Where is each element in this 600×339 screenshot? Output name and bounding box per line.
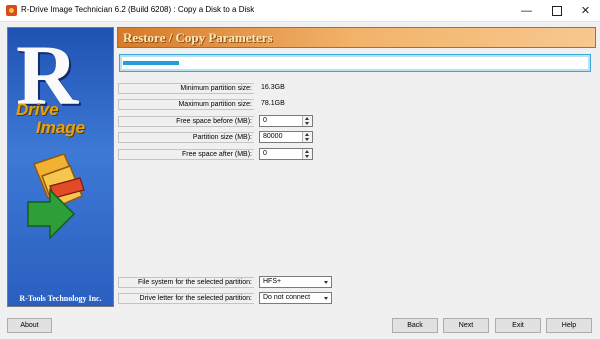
about-button[interactable]: About	[7, 318, 52, 333]
chevron-down-icon[interactable]	[324, 297, 328, 300]
free-after-stepper[interactable]: 0	[259, 148, 313, 160]
next-button[interactable]: Next	[443, 318, 489, 333]
minimize-button[interactable]: —	[512, 0, 541, 21]
close-icon: ✕	[580, 5, 591, 17]
exit-button[interactable]: Exit	[495, 318, 541, 333]
partition-size-label: Partition size (MB):	[118, 132, 254, 143]
disk-copy-logo-icon	[27, 153, 85, 240]
max-size-value: 78.1GB	[261, 100, 285, 107]
brand-drive-text: Drive	[16, 100, 59, 119]
brand-image-text: Image	[36, 118, 86, 137]
min-size-value: 16.3GB	[261, 84, 285, 91]
title-bar: R-Drive Image Technician 6.2 (Build 6208…	[0, 0, 600, 22]
main-panel: Restore / Copy Parameters Minimum partit…	[117, 27, 596, 305]
partition-size-spin-arrows[interactable]	[302, 132, 312, 142]
maximize-icon	[551, 5, 562, 16]
app-icon	[6, 5, 17, 16]
maximize-button[interactable]	[542, 0, 571, 21]
free-before-spin-arrows[interactable]	[302, 116, 312, 126]
drive-letter-value[interactable]: Do not connect	[263, 294, 310, 301]
filesystem-label: File system for the selected partition:	[118, 277, 254, 288]
spin-up-icon[interactable]	[305, 133, 309, 136]
max-size-label: Maximum partition size:	[118, 99, 254, 110]
chevron-down-icon[interactable]	[324, 281, 328, 284]
window-title: R-Drive Image Technician 6.2 (Build 6208…	[21, 5, 255, 14]
spin-up-icon[interactable]	[305, 150, 309, 153]
drive-letter-select[interactable]: Do not connect	[259, 292, 332, 304]
help-button[interactable]: Help	[546, 318, 592, 333]
partition-size-stepper[interactable]: 80000	[259, 131, 313, 143]
free-before-label: Free space before (MB):	[118, 116, 254, 127]
section-title: Restore / Copy Parameters	[123, 30, 273, 45]
spin-up-icon[interactable]	[305, 117, 309, 120]
filesystem-select[interactable]: HFS+	[259, 276, 332, 288]
spin-down-icon[interactable]	[305, 155, 309, 158]
drive-letter-label: Drive letter for the selected partition:	[118, 293, 254, 304]
free-after-spin-arrows[interactable]	[302, 149, 312, 159]
filesystem-value[interactable]: HFS+	[263, 278, 281, 285]
branding-panel: R Drive Image R-Tools Technology Inc.	[7, 27, 114, 307]
partition-layout-fill	[123, 61, 179, 65]
section-header: Restore / Copy Parameters	[117, 27, 596, 48]
back-button[interactable]: Back	[392, 318, 438, 333]
partition-layout-bar[interactable]	[119, 54, 591, 72]
free-after-label: Free space after (MB):	[118, 149, 254, 160]
free-before-stepper[interactable]: 0	[259, 115, 313, 127]
free-after-value[interactable]: 0	[263, 150, 267, 157]
close-button[interactable]: ✕	[571, 0, 600, 21]
spin-down-icon[interactable]	[305, 138, 309, 141]
spin-down-icon[interactable]	[305, 122, 309, 125]
free-before-value[interactable]: 0	[263, 117, 267, 124]
company-name: R-Tools Technology Inc.	[19, 294, 102, 303]
min-size-label: Minimum partition size:	[118, 83, 254, 94]
partition-size-value[interactable]: 80000	[263, 133, 282, 140]
minimize-icon: —	[521, 4, 532, 17]
